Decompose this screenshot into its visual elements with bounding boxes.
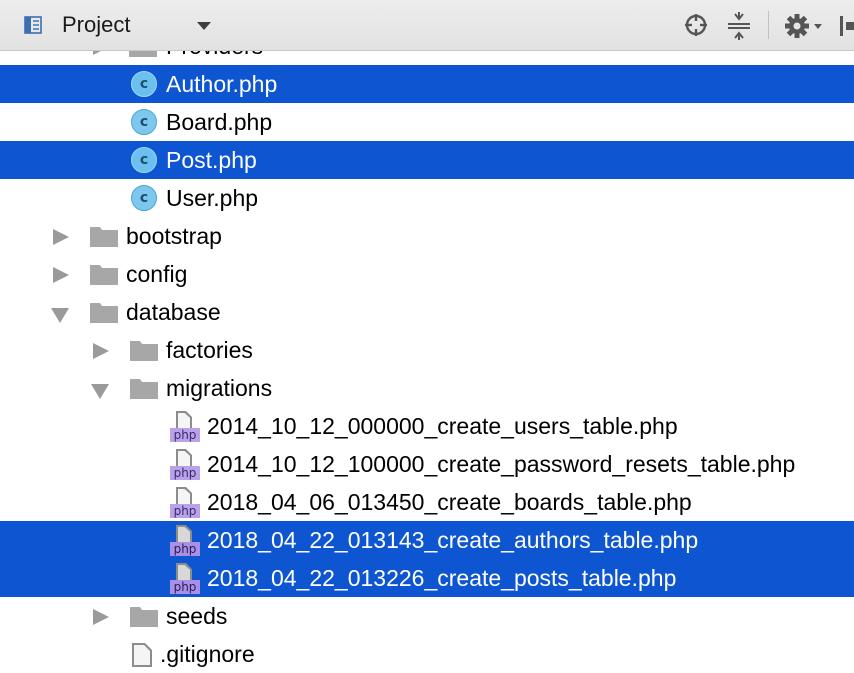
- tree-item-label: .gitignore: [160, 641, 255, 667]
- tree-row-config[interactable]: config: [0, 255, 854, 293]
- tree-row-post-php[interactable]: c Post.php: [0, 141, 854, 179]
- tree-item-label: factories: [166, 337, 253, 363]
- tree-row-database[interactable]: database: [0, 293, 854, 331]
- php-class-icon: c: [131, 109, 157, 135]
- tree-item-label: seeds: [166, 603, 228, 629]
- tree-row-bootstrap[interactable]: bootstrap: [0, 217, 854, 255]
- tree-item-label: 2018_04_22_013226_create_posts_table.php: [207, 565, 677, 591]
- project-view-icon: [24, 16, 42, 34]
- tree-item-label: Author.php: [166, 71, 278, 97]
- toolbar-divider: [768, 11, 769, 39]
- chevron-down-icon[interactable]: [51, 307, 69, 323]
- tree-item-label: config: [126, 261, 188, 287]
- php-class-icon: c: [131, 71, 157, 97]
- folder-icon: [90, 265, 118, 285]
- tree-row-migration-file[interactable]: php 2018_04_06_013450_create_boards_tabl…: [0, 483, 854, 521]
- php-file-icon: php: [170, 449, 202, 481]
- tree-item-label: Board.php: [166, 109, 273, 135]
- hide-panel-icon[interactable]: [838, 12, 854, 40]
- chevron-right-icon[interactable]: [92, 343, 110, 359]
- php-class-icon: c: [131, 147, 157, 173]
- tree-item-label: 2018_04_22_013143_create_authors_table.p…: [207, 527, 699, 553]
- tree-row-migration-file[interactable]: php 2014_10_12_100000_create_password_re…: [0, 445, 854, 483]
- folder-icon: [90, 303, 118, 323]
- tree-item-label: User.php: [166, 185, 259, 211]
- tree-item-label: migrations: [166, 375, 273, 401]
- locate-target-icon[interactable]: [683, 12, 709, 38]
- php-class-icon: c: [131, 185, 157, 211]
- tree-row-seeds[interactable]: seeds: [0, 597, 854, 635]
- tree-row-migration-file[interactable]: php 2018_04_22_013143_create_authors_tab…: [0, 521, 854, 559]
- chevron-down-icon[interactable]: [196, 21, 212, 31]
- tree-item-label: 2018_04_06_013450_create_boards_table.ph…: [207, 489, 692, 515]
- tree-row-author-php[interactable]: c Author.php: [0, 65, 854, 103]
- chevron-right-icon[interactable]: [92, 609, 110, 625]
- project-tree: Providers c Author.php c Board.php c Pos…: [0, 27, 854, 673]
- tree-row-migrations[interactable]: migrations: [0, 369, 854, 407]
- php-file-icon: php: [170, 563, 202, 595]
- tree-item-label: 2014_10_12_100000_create_password_resets…: [207, 451, 796, 477]
- tree-item-label: Post.php: [166, 147, 257, 173]
- php-file-icon: php: [170, 487, 202, 519]
- panel-title[interactable]: Project: [62, 12, 130, 38]
- chevron-right-icon[interactable]: [52, 229, 70, 245]
- chevron-right-icon[interactable]: [52, 267, 70, 283]
- text-file-icon: [132, 643, 152, 667]
- tree-row-board-php[interactable]: c Board.php: [0, 103, 854, 141]
- tree-row-factories[interactable]: factories: [0, 331, 854, 369]
- chevron-down-icon[interactable]: [91, 383, 109, 399]
- gear-icon[interactable]: [784, 12, 824, 40]
- php-file-icon: php: [170, 525, 202, 557]
- tree-item-label: 2014_10_12_000000_create_users_table.php: [207, 413, 678, 439]
- tree-row-user-php[interactable]: c User.php: [0, 179, 854, 217]
- folder-icon: [90, 227, 118, 247]
- tree-item-label: bootstrap: [126, 223, 222, 249]
- collapse-all-icon[interactable]: [726, 12, 752, 40]
- tree-row-gitignore[interactable]: .gitignore: [0, 635, 854, 673]
- folder-icon: [130, 379, 158, 399]
- tree-item-label: database: [126, 299, 221, 325]
- tree-row-migration-file[interactable]: php 2018_04_22_013226_create_posts_table…: [0, 559, 854, 597]
- folder-icon: [130, 341, 158, 361]
- php-file-icon: php: [170, 411, 202, 443]
- folder-icon: [130, 607, 158, 627]
- tree-row-migration-file[interactable]: php 2014_10_12_000000_create_users_table…: [0, 407, 854, 445]
- project-toolbar: Project: [0, 0, 854, 51]
